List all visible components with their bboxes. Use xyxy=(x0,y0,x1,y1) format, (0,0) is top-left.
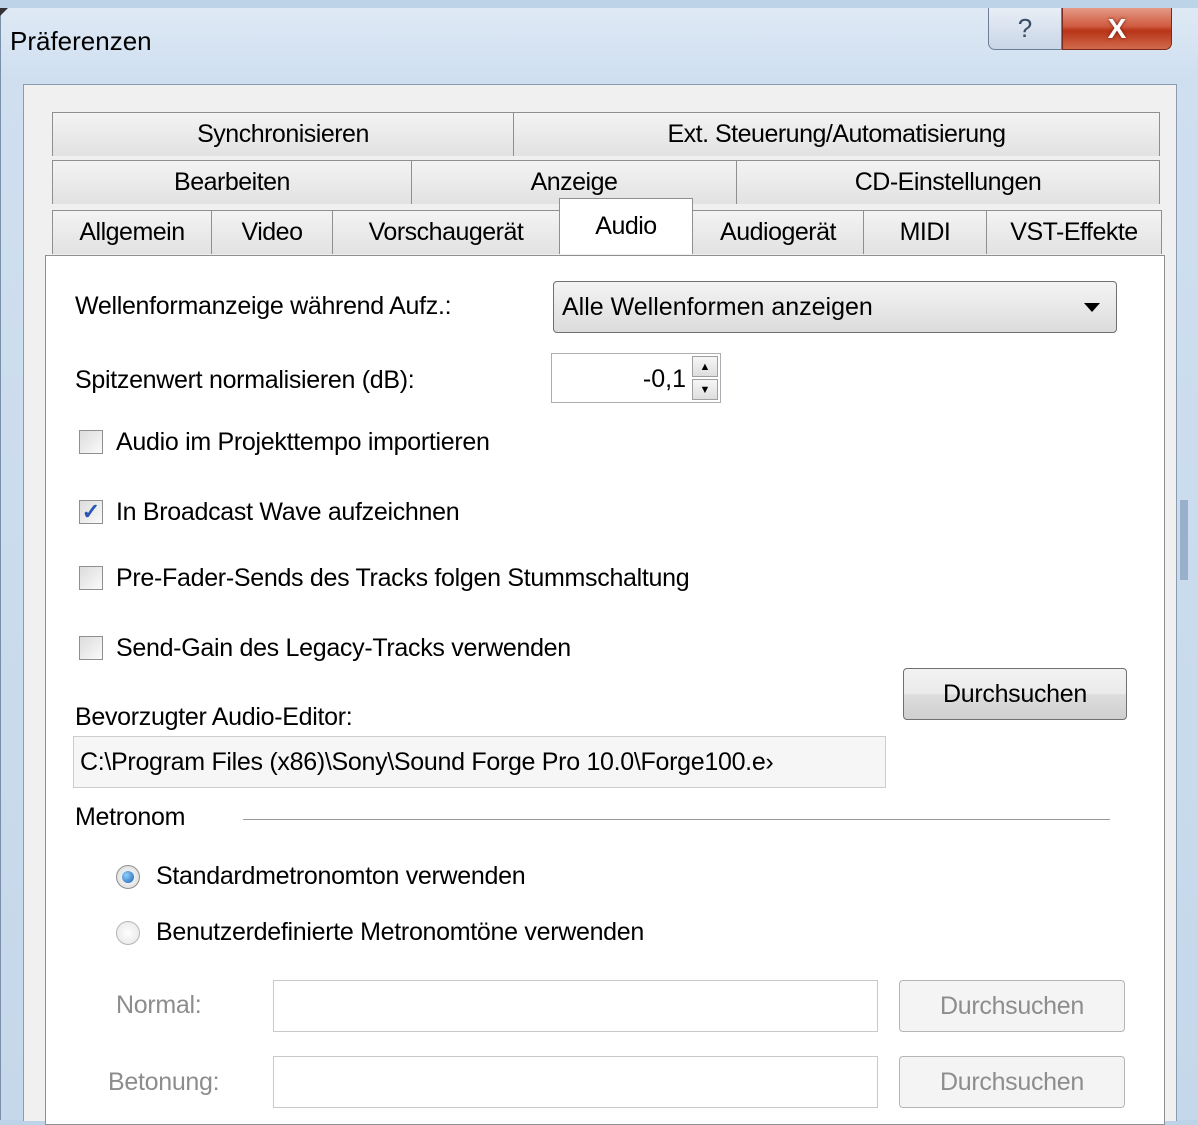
default-metronome-radio[interactable] xyxy=(116,865,140,889)
audio-editor-label: Bevorzugter Audio-Editor: xyxy=(75,703,353,731)
legacy-send-gain-checkbox[interactable] xyxy=(79,636,103,660)
accent-sound-label: Betonung: xyxy=(108,1068,220,1096)
tab-vorschaugeraet[interactable]: Vorschaugerät xyxy=(332,210,560,254)
tab-midi[interactable]: MIDI xyxy=(863,210,987,254)
tab-video[interactable]: Video xyxy=(211,210,333,254)
tab-allgemein[interactable]: Allgemein xyxy=(52,210,212,254)
browse-accent-button[interactable]: Durchsuchen xyxy=(899,1056,1125,1108)
pre-fader-sends-label: Pre-Fader-Sends des Tracks folgen Stumms… xyxy=(116,564,690,592)
normal-sound-label: Normal: xyxy=(116,991,202,1019)
tab-ext-steuerung[interactable]: Ext. Steuerung/Automatisierung xyxy=(513,112,1160,156)
tab-audiogeraet[interactable]: Audiogerät xyxy=(692,210,864,254)
normalize-value: -0,1 xyxy=(642,365,686,393)
close-button[interactable]: X xyxy=(1062,8,1172,50)
waveform-dropdown-value: Alle Wellenformen anzeigen xyxy=(562,292,873,321)
accent-sound-field[interactable] xyxy=(273,1056,878,1108)
tab-row-1: Synchronisieren Ext. Steuerung/Automatis… xyxy=(52,112,1160,156)
pre-fader-sends-checkbox[interactable] xyxy=(79,566,103,590)
broadcast-wave-label: In Broadcast Wave aufzeichnen xyxy=(116,498,460,526)
window-corner xyxy=(0,8,8,16)
window-title: Präferenzen xyxy=(10,26,152,56)
tab-vst-effekte[interactable]: VST-Effekte xyxy=(986,210,1162,254)
broadcast-wave-checkbox[interactable]: ✓ xyxy=(79,500,103,524)
metronome-group-label: Metronom xyxy=(75,803,186,831)
dropdown-arrow-icon xyxy=(1084,303,1100,312)
default-metronome-label: Standardmetronomton verwenden xyxy=(156,862,526,890)
metronome-divider xyxy=(243,819,1110,820)
tab-synchronisieren[interactable]: Synchronisieren xyxy=(52,112,514,156)
waveform-label: Wellenformanzeige während Aufz.: xyxy=(75,292,452,320)
custom-metronome-label: Benutzerdefinierte Metronomtöne verwende… xyxy=(156,918,644,946)
spin-down-icon[interactable]: ▼ xyxy=(692,379,718,400)
normal-sound-field[interactable] xyxy=(273,980,878,1032)
legacy-send-gain-label: Send-Gain des Legacy-Tracks verwenden xyxy=(116,634,571,662)
browse-editor-button[interactable]: Durchsuchen xyxy=(903,668,1127,720)
audio-editor-path-field[interactable]: C:\Program Files (x86)\Sony\Sound Forge … xyxy=(73,736,886,788)
normalize-label: Spitzenwert normalisieren (dB): xyxy=(75,366,415,394)
custom-metronome-radio[interactable] xyxy=(116,921,140,945)
normalize-spinbox[interactable]: -0,1 ▲ ▼ xyxy=(551,353,721,403)
window-edge xyxy=(1180,500,1188,580)
spin-up-icon[interactable]: ▲ xyxy=(692,356,718,377)
checkmark-icon: ✓ xyxy=(81,499,101,524)
tab-row-3: Allgemein Video Vorschaugerät Audio Audi… xyxy=(52,198,1162,254)
import-in-project-tempo-checkbox[interactable] xyxy=(79,430,103,454)
tab-cd-einstellungen[interactable]: CD-Einstellungen xyxy=(736,160,1160,204)
waveform-dropdown[interactable]: Alle Wellenformen anzeigen xyxy=(553,281,1117,333)
browse-normal-button[interactable]: Durchsuchen xyxy=(899,980,1125,1032)
tab-bearbeiten[interactable]: Bearbeiten xyxy=(52,160,412,204)
help-button[interactable]: ? xyxy=(988,8,1062,50)
import-in-project-tempo-label: Audio im Projekttempo importieren xyxy=(116,428,490,456)
tab-audio[interactable]: Audio xyxy=(559,198,693,254)
